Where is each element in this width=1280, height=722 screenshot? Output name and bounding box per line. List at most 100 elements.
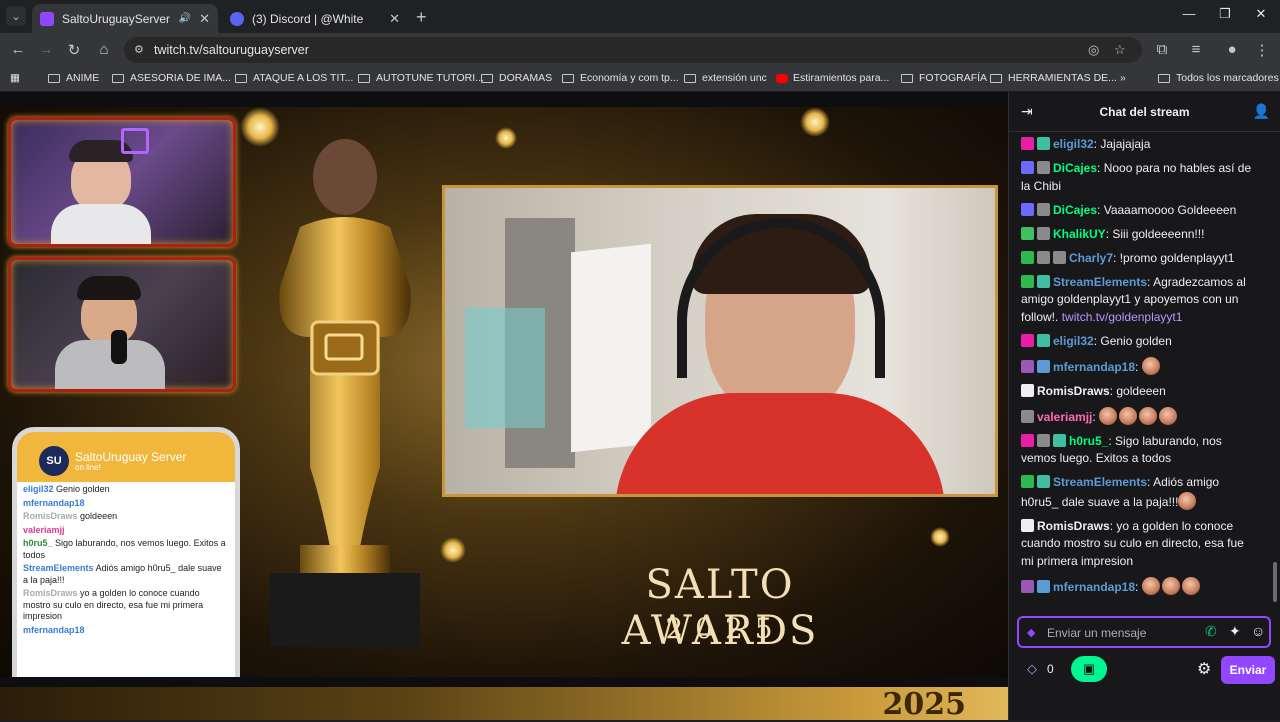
chat-username[interactable]: mfernandap18 bbox=[1053, 360, 1135, 374]
emote-icon[interactable] bbox=[1159, 406, 1178, 425]
bookmark-fotografia[interactable]: FOTOGRAFÍA bbox=[901, 72, 987, 84]
bookmark-economia[interactable]: Economía y com tp... bbox=[562, 72, 679, 84]
badge-icon[interactable] bbox=[1021, 518, 1034, 532]
profile-avatar[interactable]: ● bbox=[1222, 41, 1242, 58]
badge-icon[interactable] bbox=[1021, 359, 1034, 373]
extensions-icon[interactable]: ⧉ bbox=[1152, 41, 1172, 58]
emote-icon[interactable] bbox=[1099, 406, 1118, 425]
chat-username[interactable]: Charly7 bbox=[1069, 251, 1113, 265]
chat-username[interactable]: DiCajes bbox=[1053, 203, 1097, 217]
media-control-icon[interactable]: ≡ bbox=[1186, 41, 1206, 58]
badge-icon[interactable] bbox=[1053, 250, 1066, 264]
send-button[interactable]: Enviar bbox=[1221, 656, 1275, 684]
badge-icon[interactable] bbox=[1053, 433, 1066, 447]
video-player[interactable]: SALTO AWARDS 2025 SU SaltoUruguay Server… bbox=[0, 107, 1008, 677]
chat-username[interactable]: StreamElements bbox=[1053, 475, 1147, 489]
bits-icon[interactable]: ◇ bbox=[1027, 661, 1037, 677]
tracking-blocked-icon[interactable]: ◎ bbox=[1088, 42, 1099, 58]
maximize-button[interactable]: ❐ bbox=[1210, 6, 1240, 22]
bookmark-extension[interactable]: extensión unc bbox=[684, 72, 767, 84]
chat-username[interactable]: StreamElements bbox=[1053, 275, 1147, 289]
close-tab-icon[interactable]: ✕ bbox=[389, 11, 400, 27]
badge-icon[interactable] bbox=[1021, 202, 1034, 216]
url-text[interactable]: twitch.tv/saltouruguayserver bbox=[154, 43, 309, 57]
emote-icon[interactable] bbox=[1141, 356, 1160, 375]
badge-icon[interactable] bbox=[1037, 274, 1050, 288]
close-window-button[interactable]: ✕ bbox=[1246, 6, 1276, 22]
more-bookmarks-icon[interactable]: » bbox=[1120, 72, 1126, 84]
party-icon[interactable]: ✦ bbox=[1229, 623, 1241, 640]
chat-username[interactable]: valeriamjj bbox=[1037, 410, 1092, 424]
emote-icon[interactable] bbox=[1178, 491, 1197, 510]
chat-scrollbar[interactable] bbox=[1272, 132, 1278, 608]
badge-icon[interactable] bbox=[1021, 579, 1034, 593]
badge-icon[interactable] bbox=[1037, 475, 1050, 489]
whatsapp-icon[interactable]: ✆ bbox=[1205, 623, 1217, 640]
chat-username[interactable]: DiCajes bbox=[1053, 161, 1097, 175]
community-icon[interactable]: 👤 bbox=[1253, 103, 1270, 120]
badge-icon[interactable] bbox=[1037, 202, 1050, 216]
chat-link[interactable]: twitch.tv/goldenplayyt1 bbox=[1062, 310, 1183, 324]
badge-icon[interactable] bbox=[1021, 383, 1034, 397]
bookmark-star-icon[interactable]: ☆ bbox=[1114, 42, 1126, 58]
badge-icon[interactable] bbox=[1021, 274, 1034, 288]
tab-search-button[interactable]: ⌄ bbox=[6, 6, 26, 26]
back-button[interactable]: ← bbox=[8, 41, 28, 58]
chat-username[interactable]: eligil32 bbox=[1053, 334, 1094, 348]
bookmark-herramientas[interactable]: HERRAMIENTAS DE... bbox=[990, 72, 1117, 84]
minimize-button[interactable]: — bbox=[1174, 6, 1204, 21]
badge-icon[interactable] bbox=[1037, 433, 1050, 447]
bookmark-autotune[interactable]: AUTOTUNE TUTORI... bbox=[358, 72, 484, 84]
scroll-thumb[interactable] bbox=[1273, 562, 1277, 602]
bookmark-asesoria[interactable]: ASESORIA DE IMA... bbox=[112, 72, 231, 84]
site-info-icon[interactable]: ⚙ bbox=[134, 43, 148, 57]
badge-icon[interactable] bbox=[1037, 137, 1050, 150]
badge-icon[interactable] bbox=[1037, 359, 1050, 373]
badge-icon[interactable] bbox=[1021, 137, 1034, 150]
chat-username[interactable]: RomisDraws bbox=[1037, 519, 1110, 533]
badge-icon[interactable] bbox=[1037, 250, 1050, 264]
emote-icon[interactable] bbox=[1161, 576, 1180, 595]
bits-icon[interactable]: ◆ bbox=[1027, 626, 1035, 639]
chat-settings-icon[interactable]: ⚙ bbox=[1197, 659, 1211, 679]
promo-button[interactable]: ▣ bbox=[1071, 656, 1107, 682]
bookmark-estiramientos[interactable]: Estiramientos para... bbox=[776, 72, 889, 84]
close-tab-icon[interactable]: ✕ bbox=[199, 11, 210, 27]
badge-icon[interactable] bbox=[1021, 475, 1034, 489]
tab-discord[interactable]: (3) Discord | @White ✕ bbox=[222, 4, 408, 33]
badge-icon[interactable] bbox=[1021, 250, 1034, 264]
chat-input[interactable] bbox=[1047, 624, 1197, 642]
home-button[interactable]: ⌂ bbox=[94, 41, 114, 58]
chat-input-box[interactable]: ◆ ✆ ✦ ☺ bbox=[1017, 616, 1271, 648]
badge-icon[interactable] bbox=[1037, 579, 1050, 593]
bookmark-doramas[interactable]: DORAMAS bbox=[481, 72, 552, 84]
emote-icon[interactable] bbox=[1139, 406, 1158, 425]
chat-username[interactable]: eligil32 bbox=[1053, 137, 1094, 151]
tab-twitch[interactable]: SaltoUruguayServer - Twitc 🔊 ✕ bbox=[32, 4, 218, 33]
speaker-icon[interactable]: 🔊 bbox=[179, 13, 191, 24]
address-bar[interactable]: ⚙ twitch.tv/saltouruguayserver ◎ ☆ bbox=[124, 37, 1142, 63]
menu-icon[interactable]: ⋮ bbox=[1252, 41, 1272, 59]
chat-username[interactable]: KhalikUY bbox=[1053, 227, 1106, 241]
badge-icon[interactable] bbox=[1037, 160, 1050, 174]
bookmark-ataque[interactable]: ATAQUE A LOS TIT... bbox=[235, 72, 353, 84]
badge-icon[interactable] bbox=[1021, 160, 1034, 174]
badge-icon[interactable] bbox=[1037, 333, 1050, 347]
emote-picker-icon[interactable]: ☺ bbox=[1251, 623, 1265, 639]
badge-icon[interactable] bbox=[1021, 226, 1034, 240]
forward-button[interactable]: → bbox=[36, 41, 56, 58]
emote-icon[interactable] bbox=[1181, 576, 1200, 595]
chat-username[interactable]: mfernandap18 bbox=[1053, 580, 1135, 594]
new-tab-button[interactable]: + bbox=[416, 7, 427, 28]
chat-username[interactable]: RomisDraws bbox=[1037, 384, 1110, 398]
badge-icon[interactable] bbox=[1021, 433, 1034, 447]
badge-icon[interactable] bbox=[1021, 333, 1034, 347]
chat-username[interactable]: h0ru5_ bbox=[1069, 434, 1108, 448]
bookmark-anime[interactable]: ANIME bbox=[48, 72, 99, 84]
all-bookmarks[interactable]: Todos los marcadores bbox=[1158, 72, 1279, 84]
reload-button[interactable]: ↻ bbox=[64, 41, 84, 59]
apps-grid-icon[interactable]: ▦ bbox=[10, 72, 20, 84]
emote-icon[interactable] bbox=[1141, 576, 1160, 595]
emote-icon[interactable] bbox=[1119, 406, 1138, 425]
badge-icon[interactable] bbox=[1037, 226, 1050, 240]
